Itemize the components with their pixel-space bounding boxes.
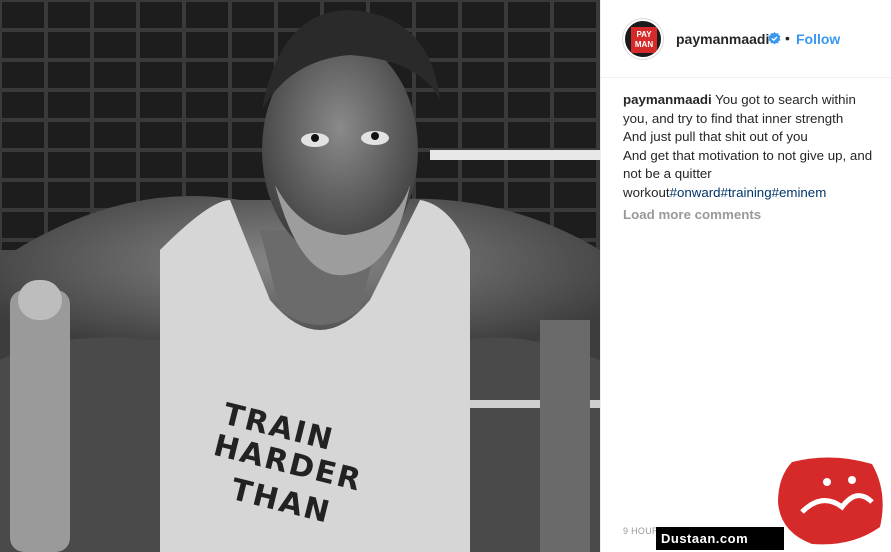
watermark-site: Dustaan.com bbox=[656, 527, 784, 550]
watermark-logo bbox=[778, 457, 883, 545]
verified-badge-icon bbox=[768, 32, 781, 45]
caption-username-link[interactable]: paymanmaadi bbox=[623, 92, 712, 107]
hashtag-link-training[interactable]: #training bbox=[721, 185, 772, 200]
avatar[interactable]: PAY MAN bbox=[623, 19, 663, 59]
post-header: PAY MAN paymanmaadi • Follow bbox=[601, 0, 891, 78]
load-more-comments-button[interactable]: Load more comments bbox=[623, 207, 761, 222]
hashtag-link-eminem[interactable]: #eminem bbox=[772, 185, 827, 200]
post-photo[interactable]: TRAIN HARDER THAN bbox=[0, 0, 600, 552]
post-caption: paymanmaadi You got to search within you… bbox=[623, 91, 891, 202]
avatar-logo-line1: PAY bbox=[636, 30, 652, 39]
avatar-logo-line2: MAN bbox=[634, 40, 654, 49]
username-link[interactable]: paymanmaadi bbox=[676, 31, 769, 47]
caption-line-5: not be a quitter bbox=[623, 166, 712, 181]
caption-text-6: workout bbox=[623, 184, 670, 200]
avatar-logo: PAY MAN bbox=[631, 27, 657, 53]
caption-text-1: You got to search within bbox=[711, 92, 856, 107]
follow-button[interactable]: Follow bbox=[796, 31, 840, 47]
caption-line-4: And get that motivation to not give up, … bbox=[623, 147, 873, 163]
caption-line-2: you, and try to find that inner strength bbox=[623, 110, 844, 126]
caption-line-6: workout#onward#training#eminem bbox=[623, 184, 891, 203]
caption-line-1: paymanmaadi You got to search within bbox=[623, 91, 891, 110]
hashtag-link-onward[interactable]: #onward bbox=[670, 185, 721, 200]
caption-line-3: And just pull that shit out of you bbox=[623, 129, 808, 144]
separator-dot: • bbox=[785, 30, 790, 46]
